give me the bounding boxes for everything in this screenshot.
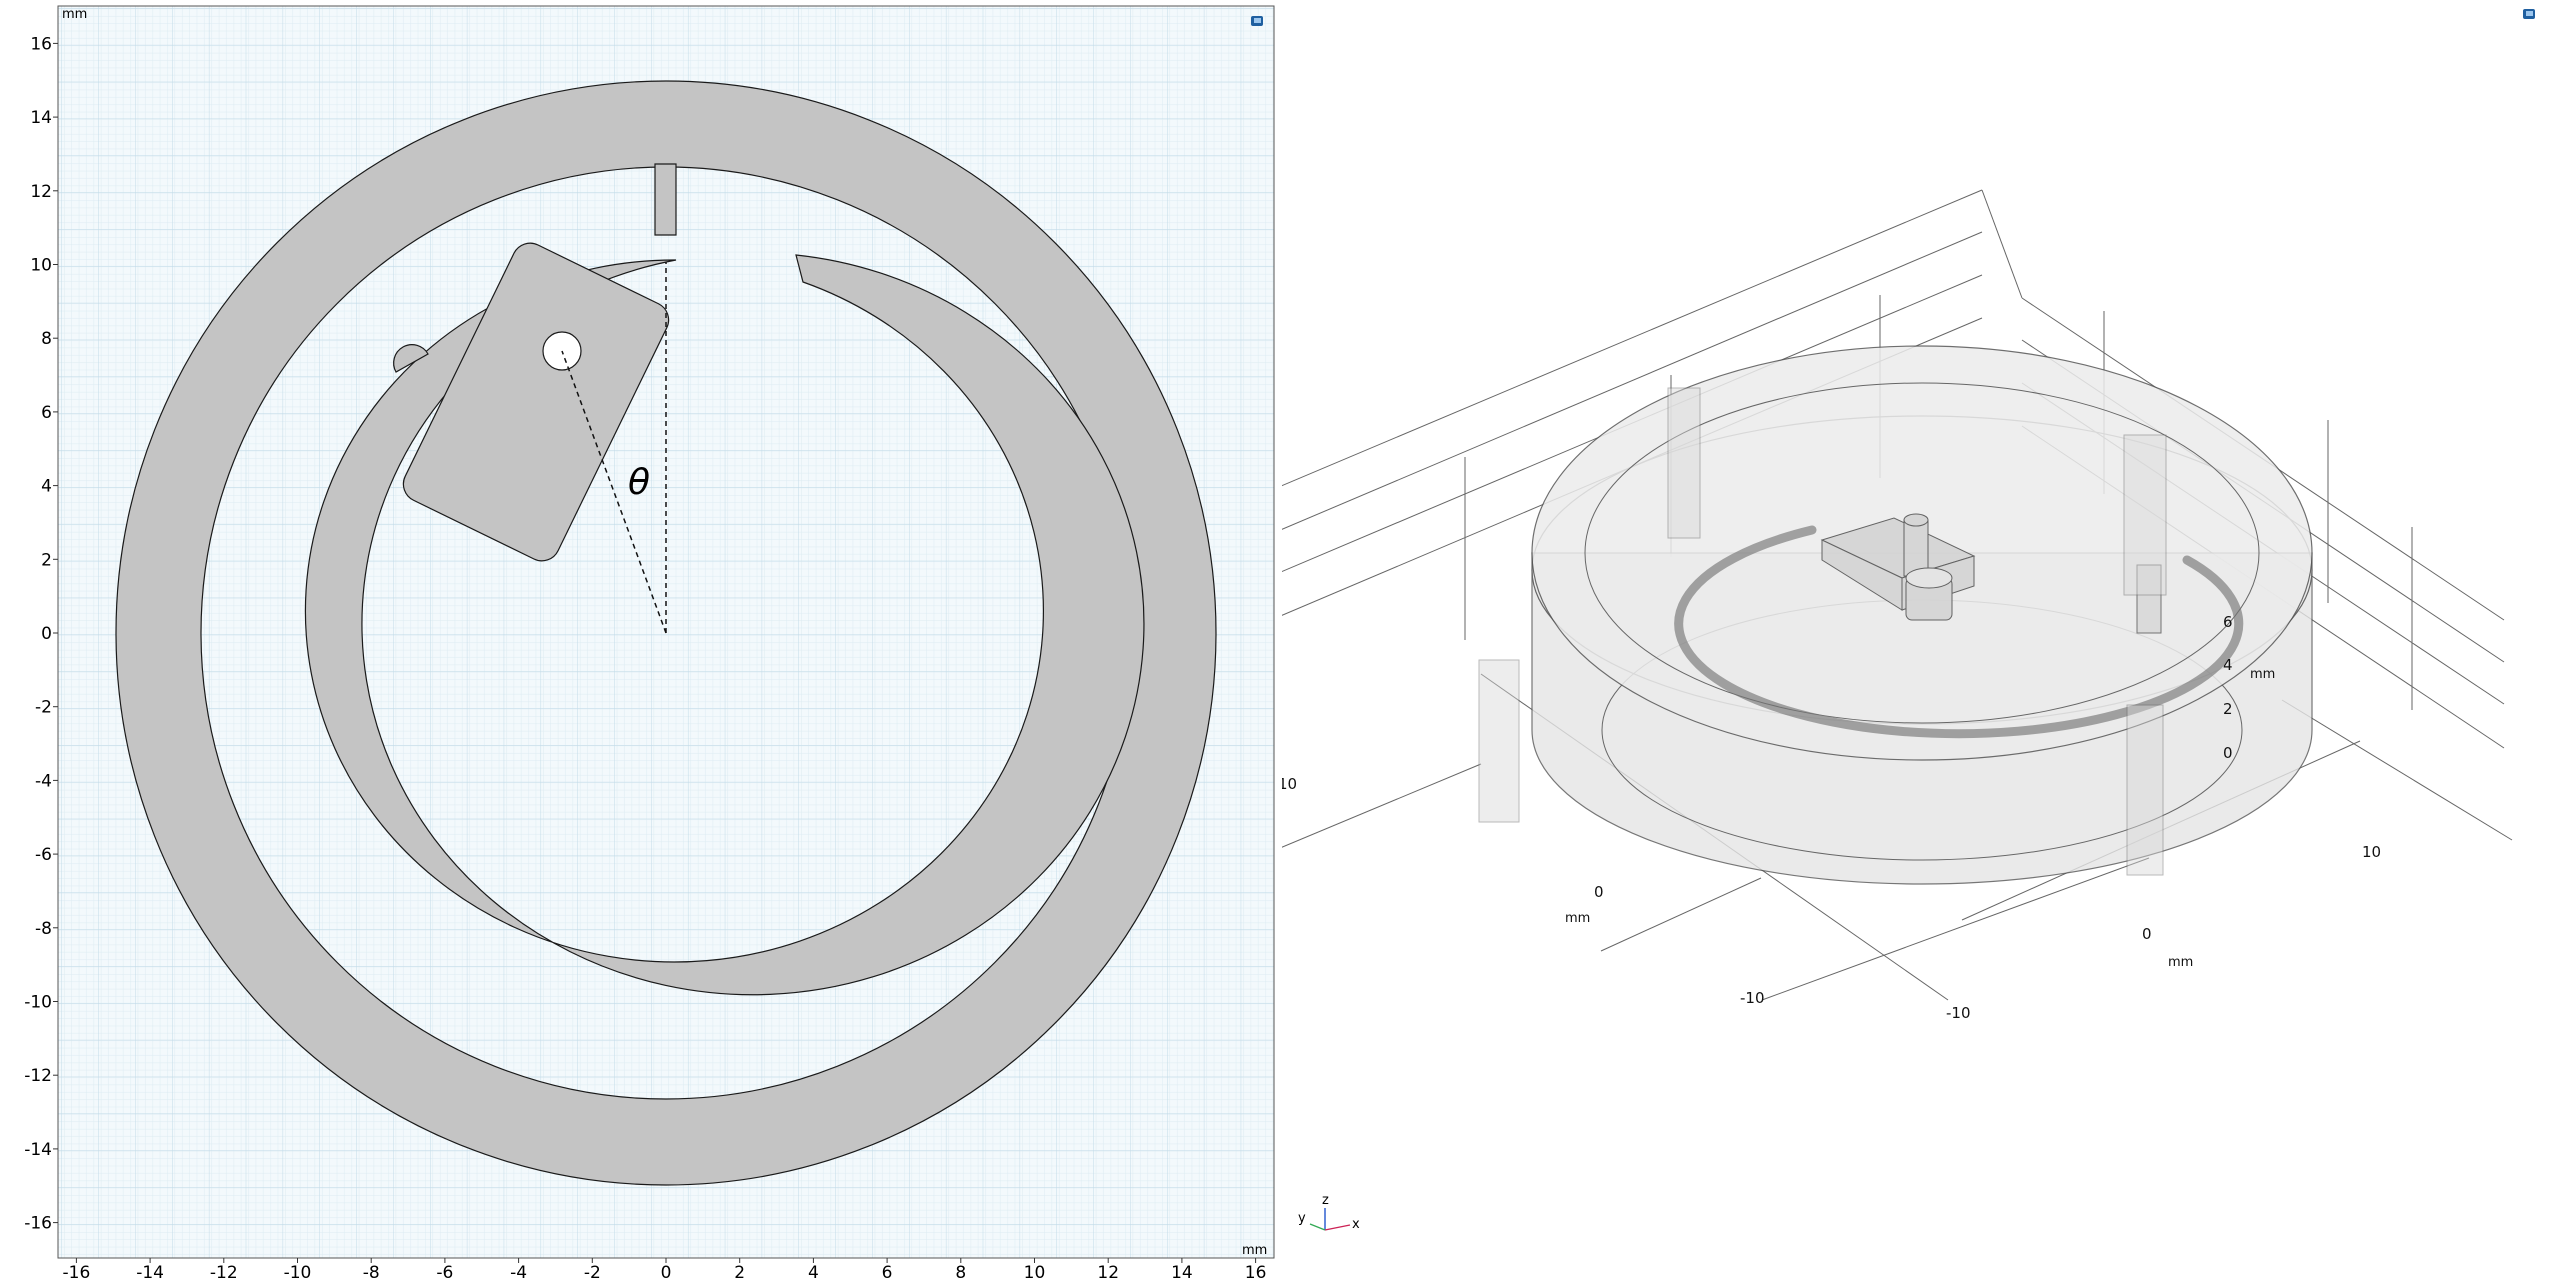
y-axis-tick-label: -8 (35, 919, 52, 939)
x-axis-tick-label: -14 (136, 1263, 164, 1280)
x-axis-tick-label: -4 (510, 1263, 527, 1280)
canvas-2d[interactable]: θ mm mm -16 -14 -12 -10 -8 -6 -4 -2 0 2 4 6 8 10 12 14 1… (0, 0, 1282, 1283)
view-settings-icon[interactable] (1251, 16, 1263, 26)
canvas-3d[interactable]: 6 4 2 0 mm 10 0 -10 mm 10 0 -10 mm (1157, 0, 2560, 1280)
z-tick-0: 0 (2223, 744, 2233, 762)
y-axis-tick-label: -2 (35, 698, 52, 718)
view-settings-icon-3d[interactable] (2523, 9, 2535, 19)
bbox-edge (1981, 189, 2023, 299)
unit-label-z: mm (2250, 667, 2275, 682)
y-tick-neg10: -10 (1946, 1004, 1971, 1022)
x-axis-tick-label: -10 (284, 1263, 312, 1280)
x-axis-tick-label: 8 (955, 1263, 966, 1280)
x-axis-tick-label: 4 (808, 1263, 819, 1280)
x-axis-tick-label: -2 (584, 1263, 601, 1280)
x-axis-tick-label: -8 (363, 1263, 380, 1280)
unit-label-x: mm (1565, 911, 1590, 926)
bbox-edge (1600, 877, 1762, 952)
notch-stem[interactable] (654, 163, 677, 236)
unit-label-top: mm (62, 7, 87, 22)
y-axis-tick-label: 8 (41, 329, 52, 349)
bbox-edge (1279, 763, 1482, 849)
x-axis-tick-label: 10 (1024, 1263, 1046, 1280)
triad-x-label: x (1352, 1217, 1360, 1232)
x-tick-neg10: -10 (1740, 989, 1765, 1007)
y-axis-tick-label: 16 (30, 34, 52, 54)
x-tick-0: 0 (1594, 883, 1604, 901)
y-axis-ticks: 16 14 12 10 8 6 4 2 0 -2 -4 -6 -8 -10 -12 -14 -16 (24, 34, 58, 1234)
geometry-3d-view[interactable]: 6 4 2 0 mm 10 0 -10 mm 10 0 -10 mm (1157, 0, 2560, 1280)
x-axis-tick-label: 0 (661, 1263, 672, 1280)
unit-label-y: mm (2168, 955, 2193, 970)
y-axis-tick-label: -16 (24, 1214, 52, 1234)
x-axis-ticks: -16 -14 -12 -10 -8 -6 -4 -2 0 2 4 6 8 10 12 14 16 (63, 1258, 1267, 1283)
triad-y-label: y (1298, 1211, 1306, 1226)
y-axis-tick-label: 4 (41, 477, 52, 497)
x-axis-tick-label: 14 (1171, 1263, 1193, 1280)
x-axis-tick-label: -6 (436, 1263, 453, 1280)
y-axis-tick-label: 14 (30, 108, 52, 128)
y-axis-tick-label: 10 (30, 256, 52, 276)
axis-triad: z x y (1290, 1192, 1360, 1242)
z-tick-4: 4 (2223, 656, 2233, 674)
x-tick-10: 10 (1282, 775, 1297, 793)
y-tick-10: 10 (2362, 843, 2381, 861)
y-axis-tick-label: 12 (30, 182, 52, 202)
y-axis-tick-label: -6 (35, 845, 52, 865)
x-axis-tick-label: 16 (1245, 1263, 1267, 1280)
x-axis-tick-label: -16 (63, 1263, 91, 1280)
x-axis-tick-label: -12 (210, 1263, 238, 1280)
x-axis-tick-label: 12 (1097, 1263, 1119, 1280)
y-axis-tick-label: -14 (24, 1140, 52, 1160)
geometry-2d-view[interactable]: θ mm mm -16 -14 -12 -10 -8 -6 -4 -2 0 2 4 6 8 10 12 14 1… (0, 0, 1282, 1283)
x-axis-tick-label: 2 (734, 1263, 745, 1280)
triad-z-label: z (1322, 1193, 1329, 1208)
y-axis-tick-label: 2 (41, 550, 52, 570)
angle-label: θ (628, 462, 650, 503)
z-tick-6: 6 (2223, 613, 2233, 631)
y-axis-tick-label: -12 (24, 1066, 52, 1086)
x-axis-tick-label: 6 (882, 1263, 893, 1280)
y-tick-0: 0 (2142, 925, 2152, 943)
y-axis-tick-label: -4 (35, 771, 52, 791)
y-axis-tick-label: -10 (24, 993, 52, 1013)
y-axis-tick-label: 0 (41, 624, 52, 644)
bbox-edge (2281, 699, 2513, 841)
y-axis-tick-label: 6 (41, 403, 52, 423)
unit-label-bottom: mm (1242, 1243, 1267, 1258)
z-tick-2: 2 (2223, 700, 2233, 718)
